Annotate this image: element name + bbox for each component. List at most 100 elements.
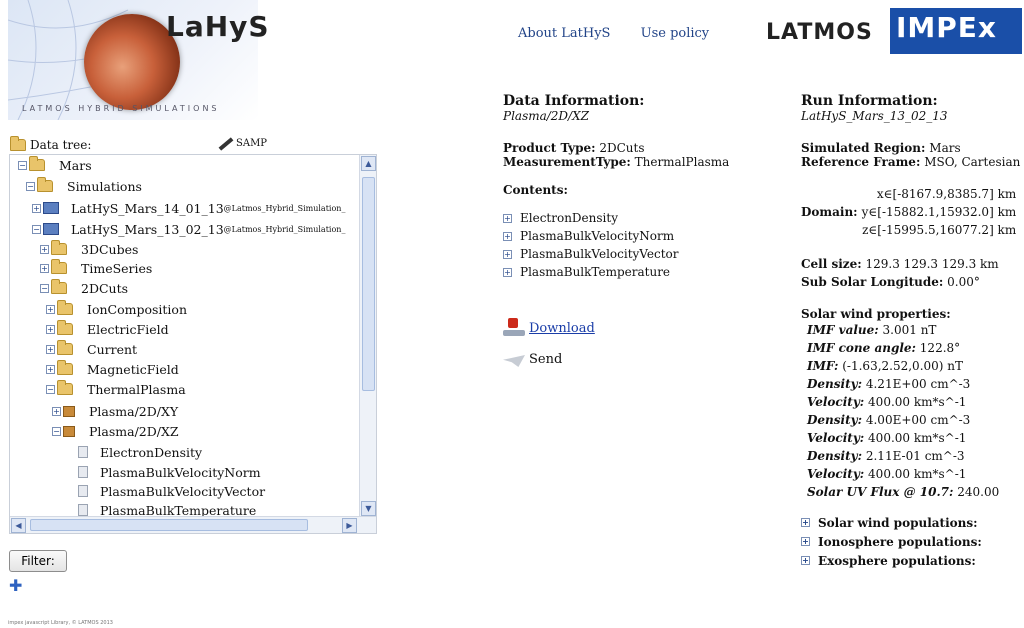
content-item[interactable]: + PlasmaBulkTemperature	[503, 263, 763, 281]
solar-wind-prop-label: Velocity:	[807, 431, 865, 445]
collapse-icon[interactable]: −	[18, 160, 27, 170]
tree-node-magneticfield[interactable]: + MagneticField	[46, 359, 179, 379]
tree-node-label: IonComposition	[87, 301, 187, 317]
expand-icon[interactable]: +	[503, 231, 512, 241]
tree-leaf-electrondensity[interactable]: ElectronDensity	[78, 442, 202, 462]
content-item[interactable]: + PlasmaBulkVelocityNorm	[503, 227, 763, 245]
tree-node-plasma-xy[interactable]: + Plasma/2D/XY	[52, 401, 178, 421]
solar-wind-prop-value: 2.11E-01 cm^-3	[865, 449, 965, 463]
expand-icon[interactable]: +	[46, 304, 55, 314]
collapse-icon[interactable]: −	[32, 224, 41, 234]
dataset-icon	[63, 405, 75, 417]
solar-wind-prop-value: 400.00 km*s^-1	[868, 467, 967, 481]
horizontal-scroll-thumb[interactable]	[30, 519, 308, 531]
tree-node-current[interactable]: + Current	[46, 339, 137, 359]
solar-wind-populations-row[interactable]: + Solar wind populations:	[801, 513, 1021, 532]
dataset-icon	[63, 425, 75, 437]
tree-leaf-velocityvector[interactable]: PlasmaBulkVelocityVector	[78, 481, 265, 501]
tree-leaf-velocitynorm[interactable]: PlasmaBulkVelocityNorm	[78, 462, 261, 482]
solar-wind-label: Solar wind properties:	[801, 307, 951, 321]
tree-node-3dcubes[interactable]: + 3DCubes	[40, 239, 138, 259]
solar-wind-prop-value: 400.00 km*s^-1	[868, 395, 967, 409]
contents-label: Contents:	[503, 183, 568, 197]
expand-icon[interactable]: +	[503, 213, 512, 223]
solar-wind-prop-label: IMF cone angle:	[807, 341, 916, 355]
collapse-icon[interactable]: −	[26, 181, 35, 191]
content-item-label: PlasmaBulkTemperature	[520, 265, 671, 279]
contents-list: + ElectronDensity + PlasmaBulkVelocityNo…	[503, 209, 763, 281]
tree-node-label: Mars	[59, 157, 92, 173]
product-type-value: 2DCuts	[599, 141, 645, 155]
horizontal-scrollbar[interactable]: ◀ ▶	[10, 516, 376, 533]
folder-icon	[29, 156, 45, 171]
tree-node-simulations[interactable]: − Simulations	[26, 176, 142, 196]
collapse-icon[interactable]: −	[46, 384, 55, 394]
about-link[interactable]: About LatHyS	[518, 26, 610, 41]
solar-wind-prop-label: Solar UV Flux @ 10.7:	[807, 485, 954, 499]
tree-leaf-temperature[interactable]: PlasmaBulkTemperature	[78, 500, 256, 517]
domain-y: y∈[-15882.1,15932.0] km	[861, 205, 1017, 219]
data-information-panel: Data Information: Plasma/2D/XZ Product T…	[503, 93, 763, 281]
vertical-scrollbar[interactable]: ▲ ▼	[359, 155, 376, 517]
expand-icon[interactable]: +	[503, 249, 512, 259]
filter-button[interactable]: Filter:	[9, 550, 67, 572]
data-tree[interactable]: − Mars − Simulations + LatHyS_Mars_14_01…	[9, 154, 377, 534]
tree-node-label: PlasmaBulkVelocityNorm	[100, 464, 261, 480]
data-tree-header: Data tree:	[10, 136, 91, 152]
tree-node-label: PlasmaBulkTemperature	[100, 502, 257, 518]
tree-node-label: TimeSeries	[81, 260, 153, 276]
top-nav: About LatHyS Use policy	[518, 26, 735, 41]
populations-list: + Solar wind populations: + Ionosphere p…	[801, 513, 1021, 570]
tree-node-label: ThermalPlasma	[87, 381, 186, 397]
samp-button[interactable]: SAMP	[218, 136, 267, 151]
tree-node-run-14[interactable]: + LatHyS_Mars_14_01_13 @Latmos_Hybrid_Si…	[32, 198, 345, 218]
scroll-right-icon[interactable]: ▶	[342, 518, 357, 533]
expand-icon[interactable]: +	[40, 244, 49, 254]
scroll-up-icon[interactable]: ▲	[361, 156, 376, 171]
vertical-scroll-thumb[interactable]	[362, 177, 375, 391]
tree-node-electricfield[interactable]: + ElectricField	[46, 319, 169, 339]
expand-icon[interactable]: +	[52, 406, 61, 416]
use-policy-link[interactable]: Use policy	[641, 26, 710, 41]
tree-node-2dcuts[interactable]: − 2DCuts	[40, 278, 128, 298]
content-item[interactable]: + PlasmaBulkVelocityVector	[503, 245, 763, 263]
tree-node-thermalplasma[interactable]: − ThermalPlasma	[46, 379, 186, 399]
folder-icon	[37, 177, 53, 192]
region-value: Mars	[929, 141, 961, 155]
add-filter-icon[interactable]: ✚	[9, 576, 22, 595]
expand-icon[interactable]: +	[46, 364, 55, 374]
send-button[interactable]: Send	[503, 352, 562, 367]
solar-wind-prop-label: Velocity:	[807, 467, 865, 481]
exosphere-populations-row[interactable]: + Exosphere populations:	[801, 551, 1021, 570]
expand-icon[interactable]: +	[46, 344, 55, 354]
scroll-left-icon[interactable]: ◀	[11, 518, 26, 533]
content-item[interactable]: + ElectronDensity	[503, 209, 763, 227]
tree-node-ioncomposition[interactable]: + IonComposition	[46, 299, 187, 319]
tree-node-mars[interactable]: − Mars	[18, 155, 92, 175]
parameter-icon	[78, 446, 88, 458]
expand-icon[interactable]: +	[503, 267, 512, 277]
collapse-icon[interactable]: −	[40, 283, 49, 293]
computer-icon	[43, 223, 59, 235]
run-information-panel: Run Information: LatHyS_Mars_13_02_13 Si…	[801, 93, 1021, 570]
domain-block: Domain: x∈[-8167.9,8385.7] km y∈[-15882.…	[801, 185, 1021, 239]
expand-icon[interactable]: +	[32, 203, 41, 213]
tree-node-run-13[interactable]: − LatHyS_Mars_13_02_13 @Latmos_Hybrid_Si…	[32, 219, 345, 239]
ionosphere-populations-row[interactable]: + Ionosphere populations:	[801, 532, 1021, 551]
tree-node-label: Plasma/2D/XZ	[89, 423, 179, 439]
download-link[interactable]: Download	[529, 321, 595, 336]
tree-node-timeseries[interactable]: + TimeSeries	[40, 258, 152, 278]
impex-logo: IMPEx	[890, 8, 1022, 54]
tree-node-suffix: @Latmos_Hybrid_Simulation_	[223, 203, 346, 213]
expand-icon[interactable]: +	[40, 263, 49, 273]
frame-label: Reference Frame:	[801, 155, 921, 169]
data-info-title: Data Information:	[503, 93, 645, 109]
collapse-icon[interactable]: −	[52, 426, 61, 436]
expand-icon[interactable]: +	[46, 324, 55, 334]
scroll-down-icon[interactable]: ▼	[361, 501, 376, 516]
download-button[interactable]: Download	[503, 318, 595, 336]
expand-icon[interactable]: +	[801, 537, 810, 546]
tree-node-plasma-xz[interactable]: − Plasma/2D/XZ	[52, 421, 179, 441]
expand-icon[interactable]: +	[801, 556, 810, 565]
expand-icon[interactable]: +	[801, 518, 810, 527]
